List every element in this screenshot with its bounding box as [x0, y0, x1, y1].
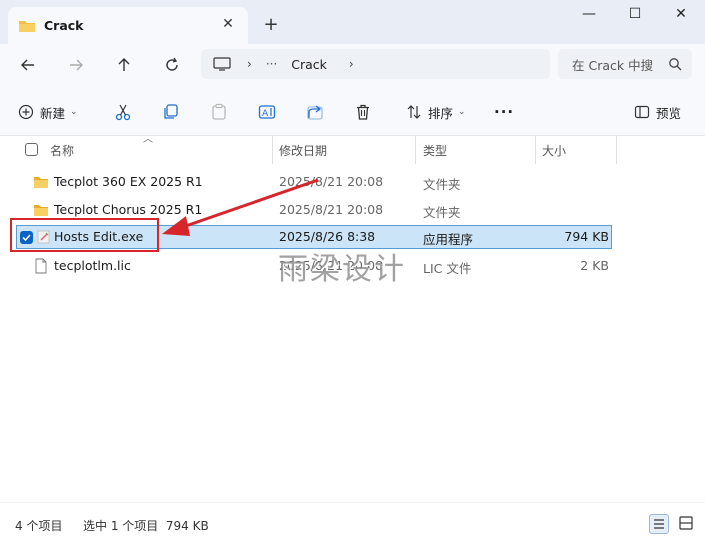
column-divider[interactable] — [415, 136, 416, 164]
title-bar: Crack ✕ + — ☐ ✕ — [0, 0, 705, 44]
folder-icon — [34, 205, 48, 216]
column-header-row: ︿ 名称 修改日期 类型 大小 — [0, 134, 705, 164]
selection-summary: 选中 1 个项目 794 KB — [83, 519, 209, 533]
preview-pane-button[interactable]: 预览 — [634, 102, 681, 122]
share-button[interactable] — [306, 102, 324, 122]
file-modified: 2025/8/21 20:08 — [279, 174, 384, 189]
svg-text:A: A — [262, 109, 269, 119]
clipboard-icon — [212, 103, 226, 120]
copy-icon — [164, 104, 178, 119]
share-icon — [307, 105, 323, 120]
file-size: 2 KB — [580, 258, 609, 273]
file-name: tecplotlm.lic — [54, 258, 131, 273]
sort-button[interactable]: 排序 ⌄ — [406, 102, 466, 122]
column-size[interactable]: 大小 — [542, 142, 566, 159]
column-divider[interactable] — [535, 136, 536, 164]
more-icon: ··· — [494, 103, 515, 121]
details-view-button[interactable] — [649, 514, 669, 534]
file-size: 794 KB — [564, 229, 609, 244]
chevron-down-icon: ⌄ — [458, 107, 466, 117]
chevron-down-icon: ⌄ — [70, 107, 78, 117]
arrow-right-icon — [70, 59, 83, 71]
column-modified[interactable]: 修改日期 — [279, 142, 327, 159]
file-name: Tecplot 360 EX 2025 R1 — [54, 174, 203, 189]
select-all-checkbox[interactable] — [25, 143, 38, 156]
file-icon — [35, 258, 47, 274]
new-tab-button[interactable]: + — [262, 14, 280, 35]
chevron-right-icon: › — [247, 57, 252, 71]
folder-icon — [19, 20, 35, 32]
scissors-icon — [115, 104, 131, 121]
item-count: 4 个项目 — [15, 519, 63, 533]
more-options-button[interactable]: ··· — [494, 102, 514, 122]
plus-circle-icon — [18, 104, 34, 120]
chevron-right-icon: › — [348, 57, 354, 71]
sort-icon — [407, 105, 421, 119]
up-button[interactable] — [112, 53, 136, 77]
file-type: LIC 文件 — [423, 261, 472, 276]
file-modified: 2025/8/26 8:38 — [279, 229, 376, 244]
annotation-highlight-box — [10, 218, 159, 252]
navigation-bar: › ··· Crack › 在 Crack 中搜 — [0, 44, 705, 86]
search-placeholder: 在 Crack 中搜 — [572, 57, 654, 73]
column-divider[interactable] — [272, 136, 273, 164]
delete-button[interactable] — [354, 102, 372, 122]
file-list: ︿ 名称 修改日期 类型 大小 Tecplot 360 EX 2025 R1 2… — [0, 134, 705, 502]
copy-button[interactable] — [162, 102, 180, 122]
trash-icon — [357, 104, 369, 120]
tab-crack[interactable]: Crack ✕ — [8, 7, 248, 44]
status-bar: 4 个项目 选中 1 个项目 794 KB — [0, 502, 705, 538]
command-bar: 新建 ⌄ A 排序 ⌄ ··· 预览 — [0, 86, 705, 136]
cut-button[interactable] — [114, 102, 132, 122]
file-modified: 2025/8/21 20:08 — [279, 202, 384, 217]
breadcrumb-crack[interactable]: Crack — [291, 57, 327, 72]
column-type[interactable]: 类型 — [423, 142, 447, 159]
minimize-button[interactable]: — — [577, 6, 601, 26]
rename-icon: A — [258, 105, 276, 119]
file-type: 文件夹 — [423, 205, 461, 220]
column-name[interactable]: 名称 — [50, 142, 74, 159]
paste-button[interactable] — [210, 102, 228, 122]
preview-label: 预览 — [656, 105, 682, 121]
arrow-left-icon — [21, 59, 34, 71]
tab-title: Crack — [44, 18, 84, 33]
close-window-button[interactable]: ✕ — [669, 6, 693, 26]
tiles-view-button[interactable] — [677, 514, 697, 534]
tab-close-icon[interactable]: ✕ — [220, 16, 236, 32]
details-view-icon — [654, 519, 664, 529]
column-divider[interactable] — [616, 136, 617, 164]
list-item[interactable]: Tecplot 360 EX 2025 R1 2025/8/21 20:08 文… — [16, 170, 612, 194]
refresh-button[interactable] — [160, 53, 184, 77]
arrow-up-icon — [118, 58, 130, 71]
preview-pane-icon — [634, 105, 650, 119]
sort-label: 排序 — [428, 105, 454, 121]
refresh-icon — [166, 57, 178, 71]
breadcrumb-overflow[interactable]: ··· — [266, 57, 277, 71]
address-bar[interactable]: › ··· Crack › — [201, 49, 550, 79]
search-input[interactable]: 在 Crack 中搜 — [558, 49, 692, 79]
file-type: 文件夹 — [423, 177, 461, 192]
sort-ascending-icon: ︿ — [143, 134, 153, 145]
new-label: 新建 — [40, 105, 66, 121]
watermark-text: 雨梁设计 — [278, 252, 406, 287]
maximize-button[interactable]: ☐ — [623, 6, 647, 26]
file-name: Tecplot Chorus 2025 R1 — [54, 202, 203, 217]
new-button[interactable]: 新建 ⌄ — [18, 102, 78, 122]
tiles-view-icon — [679, 516, 693, 530]
file-type: 应用程序 — [423, 232, 474, 247]
search-icon — [669, 58, 682, 71]
forward-button[interactable] — [64, 53, 88, 77]
computer-icon — [213, 57, 231, 71]
folder-icon — [34, 177, 48, 188]
back-button[interactable] — [16, 53, 40, 77]
rename-button[interactable]: A — [258, 102, 276, 122]
